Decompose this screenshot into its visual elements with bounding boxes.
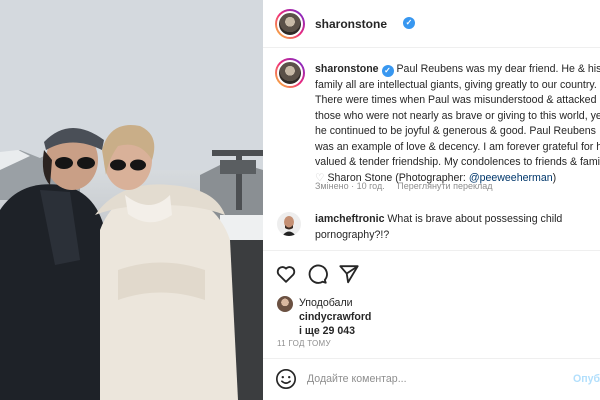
- author-avatar[interactable]: [275, 9, 305, 39]
- liker-avatar[interactable]: [277, 296, 293, 312]
- post-caption: sharonstone ✓ Paul Reubens was my dear f…: [315, 62, 600, 186]
- caption-verified-badge-icon: ✓: [381, 65, 394, 77]
- comment-item: iamcheftronic What is brave about posses…: [315, 212, 600, 243]
- photographer-suffix: ): [552, 171, 557, 184]
- heart-outline-icon[interactable]: [275, 263, 297, 285]
- likes-title: Уподобали: [299, 297, 353, 309]
- publish-comment-button[interactable]: Опублікувати: [573, 373, 600, 385]
- action-bar: [263, 250, 600, 296]
- edited-time: Змінено · 10 год.: [315, 181, 385, 191]
- caption-meta: Змінено · 10 год. Переглянути переклад: [315, 181, 503, 191]
- add-comment-bar: Опублікувати: [263, 358, 600, 400]
- verified-badge-icon: ✓: [403, 17, 415, 29]
- post-panel: sharonstone ✓ sharonstone ✓ Paul Reubens…: [263, 0, 600, 400]
- translate-link[interactable]: Переглянути переклад: [397, 181, 492, 191]
- post-header: sharonstone ✓: [263, 0, 600, 48]
- emoji-icon[interactable]: [275, 368, 297, 390]
- post-time-ago[interactable]: 11 ГОД ТОМУ: [277, 339, 331, 348]
- author-username[interactable]: sharonstone: [315, 17, 387, 31]
- comment-username[interactable]: iamcheftronic: [315, 213, 384, 225]
- paper-plane-icon[interactable]: [338, 263, 360, 285]
- photo-illustration: [0, 0, 263, 400]
- caption-username[interactable]: sharonstone: [315, 63, 379, 75]
- liker-username[interactable]: cindycrawford: [299, 311, 371, 323]
- comment-bubble-icon[interactable]: [306, 263, 328, 285]
- post-photo[interactable]: [0, 0, 263, 400]
- caption-author-avatar[interactable]: [275, 58, 305, 88]
- commenter-avatar[interactable]: [277, 212, 301, 236]
- caption-text: Paul Reubens was my dear friend. He & hi…: [315, 63, 600, 168]
- likes-count[interactable]: і ще 29 043: [299, 325, 355, 337]
- add-comment-input[interactable]: [307, 369, 557, 389]
